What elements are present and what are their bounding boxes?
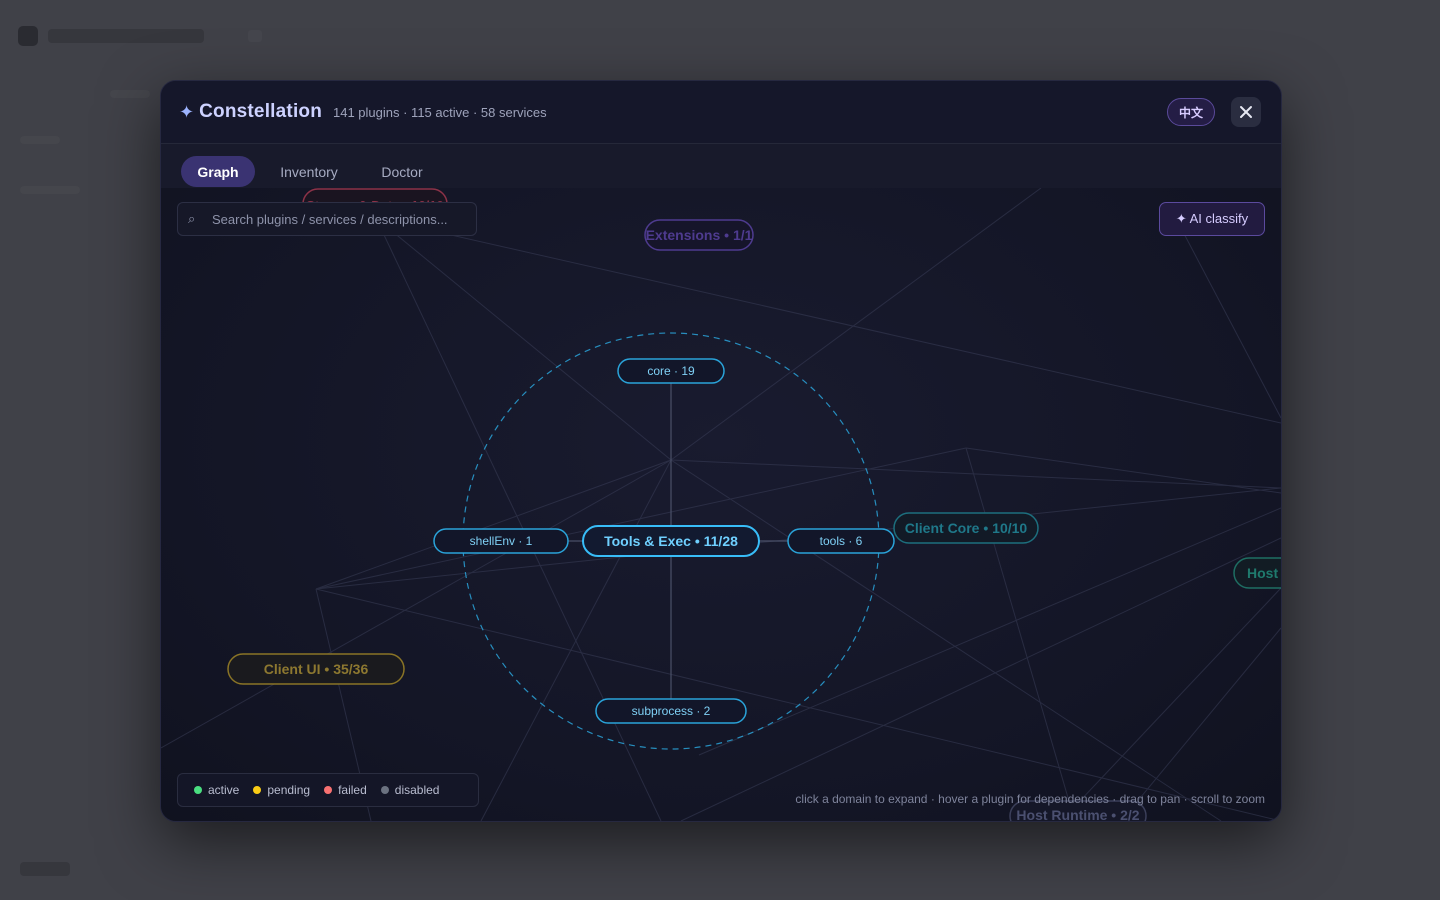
- search-bar: ⌕: [177, 202, 477, 236]
- failed-dot-icon: [324, 786, 333, 794]
- background-footer: [20, 862, 70, 876]
- domain-node-label: Host: [1247, 565, 1278, 581]
- dependency-edges: [161, 188, 1281, 821]
- search-input[interactable]: [210, 210, 474, 228]
- domain-node-label: Client Core • 10/10: [905, 520, 1028, 536]
- plugin-node-label: subprocess · 2: [632, 704, 711, 718]
- dependency-edge: [375, 217, 662, 821]
- background-line: [20, 136, 60, 144]
- close-icon: [1240, 106, 1252, 118]
- dependency-edge: [375, 217, 1281, 424]
- dependency-edge: [965, 447, 1072, 809]
- domain-node-label: Client UI • 35/36: [264, 661, 369, 677]
- ai-classify-button[interactable]: ✦ AI classify: [1159, 202, 1265, 236]
- dependency-edge: [1060, 587, 1281, 821]
- background-line: [20, 186, 80, 194]
- plugin-node-shellenv[interactable]: shellEnv · 1: [433, 528, 569, 554]
- legend-item-disabled: disabled: [380, 783, 440, 797]
- legend-item-pending: pending: [253, 783, 310, 797]
- background-icon: [248, 30, 262, 42]
- background-line: [110, 90, 150, 98]
- tab-doctor[interactable]: Doctor: [365, 156, 439, 187]
- plugin-node-label: shellEnv · 1: [470, 534, 533, 548]
- legend-label: failed: [338, 783, 367, 797]
- dependency-edge: [680, 537, 1281, 821]
- legend-label: active: [208, 783, 240, 797]
- background-logo: [18, 26, 38, 46]
- tab-bar: Graph Inventory Doctor: [161, 144, 1281, 188]
- legend-item-failed: failed: [324, 783, 367, 797]
- background-title: [48, 29, 204, 43]
- plugin-node-label: core · 19: [647, 364, 695, 378]
- constellation-modal: ✦ Constellation 141 plugins · 115 active…: [160, 80, 1282, 822]
- interaction-hint: click a domain to expand · hover a plugi…: [795, 792, 1265, 806]
- domain-node-label: Host Runtime • 2/2: [1016, 807, 1139, 821]
- close-button[interactable]: [1231, 97, 1261, 127]
- domain-node-label: Extensions • 1/1: [646, 227, 753, 243]
- dependency-edge: [698, 507, 1281, 756]
- domain-node-client-ui[interactable]: Client UI • 35/36: [227, 653, 405, 685]
- dependency-edge: [375, 217, 672, 461]
- tab-inventory[interactable]: Inventory: [267, 156, 351, 187]
- dependency-edge: [161, 459, 672, 749]
- legend-label: pending: [267, 783, 311, 797]
- legend-item-active: active: [194, 783, 239, 797]
- domain-node-extensions[interactable]: Extensions • 1/1: [644, 219, 754, 251]
- sparkle-icon: ✦: [179, 102, 195, 122]
- modal-title: Constellation: [199, 101, 323, 122]
- modal-header: ✦ Constellation 141 plugins · 115 active…: [161, 81, 1281, 144]
- plugin-node-label: tools · 6: [820, 534, 863, 548]
- constellation-graph[interactable]: Storage & Data • 10/10 Client Core • 10/…: [161, 188, 1281, 821]
- plugin-node-subprocess[interactable]: subprocess · 2: [595, 698, 747, 724]
- modal-title-group: ✦ Constellation: [179, 101, 322, 123]
- language-toggle-button[interactable]: 中文: [1167, 98, 1215, 126]
- status-legend: active pending failed disabled: [177, 773, 479, 807]
- plugin-node-core[interactable]: core · 19: [617, 358, 725, 384]
- graph-canvas[interactable]: Storage & Data • 10/10 Client Core • 10/…: [161, 188, 1281, 821]
- pending-dot-icon: [253, 786, 262, 794]
- dependency-edge: [315, 459, 672, 590]
- domain-node-label: Tools & Exec • 11/28: [604, 533, 738, 549]
- legend-label: disabled: [394, 783, 440, 797]
- plugin-node-tools[interactable]: tools · 6: [787, 528, 895, 554]
- domain-node-client-core[interactable]: Client Core • 10/10: [893, 512, 1039, 544]
- disabled-dot-icon: [380, 786, 389, 794]
- search-icon: ⌕: [188, 211, 196, 226]
- dependency-edge: [1180, 227, 1281, 419]
- domain-node-tools-exec[interactable]: Tools & Exec • 11/28: [582, 525, 760, 557]
- active-dot-icon: [194, 786, 202, 794]
- tab-graph[interactable]: Graph: [181, 156, 255, 187]
- plugin-stats: 141 plugins · 115 active · 58 services: [333, 105, 547, 120]
- domain-node-host[interactable]: Host: [1233, 557, 1281, 589]
